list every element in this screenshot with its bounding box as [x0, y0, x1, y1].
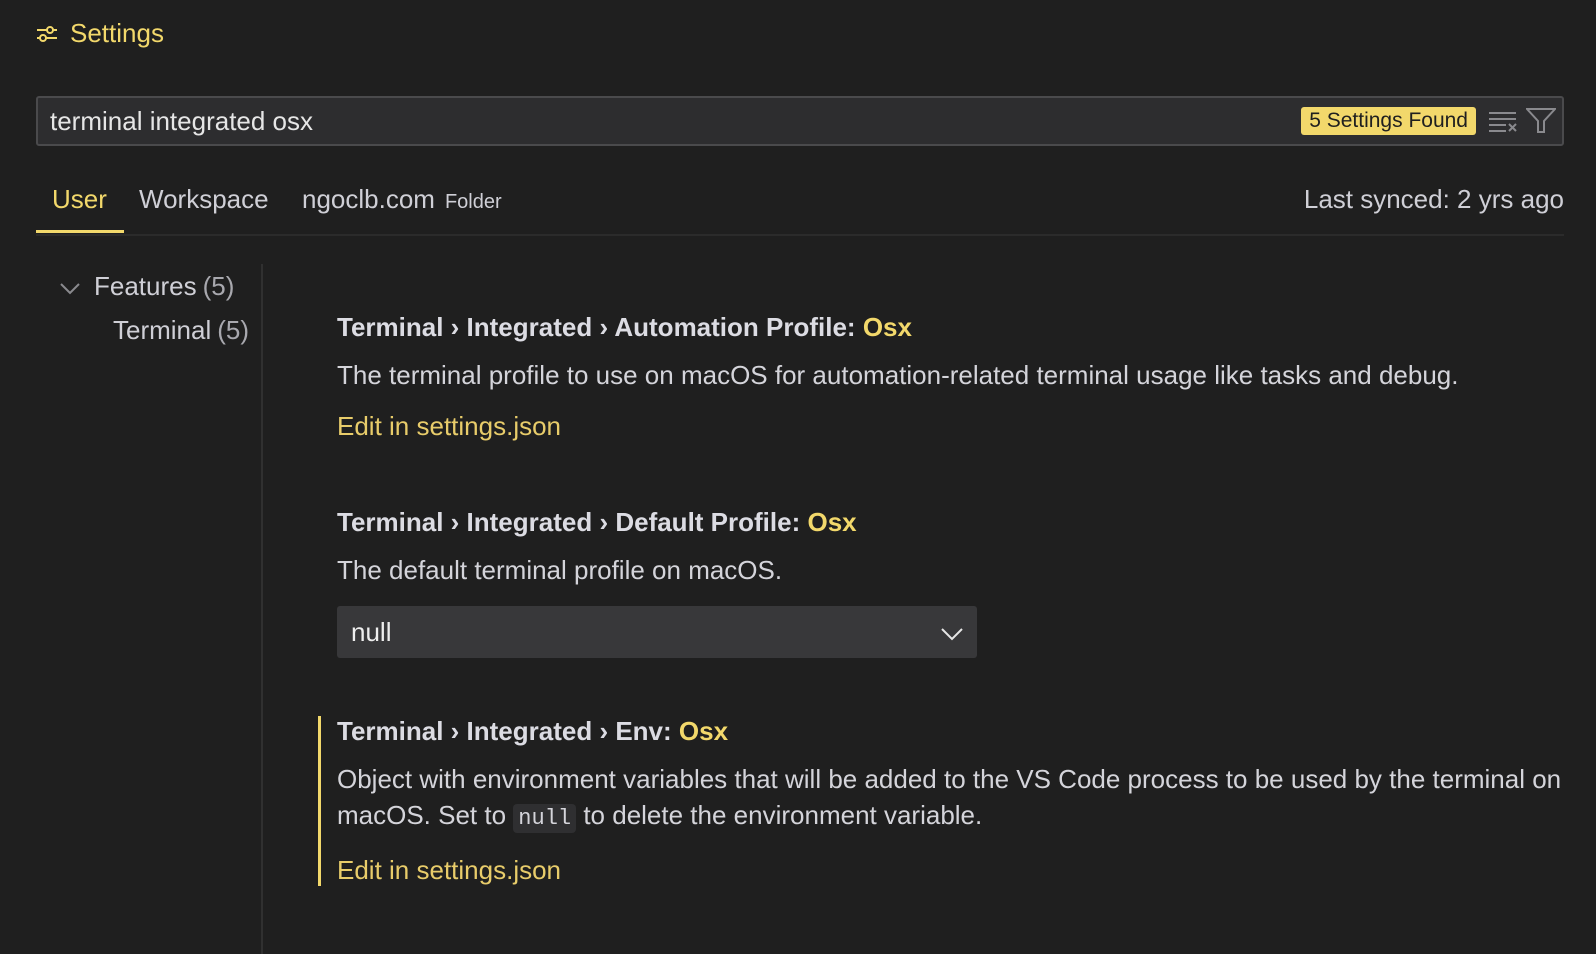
inline-code: null — [513, 804, 577, 833]
active-tab-indicator — [36, 230, 124, 233]
page-title: Settings — [70, 18, 164, 48]
setting-default-profile-osx: Terminal › Integrated › Default Profile:… — [337, 507, 1567, 658]
setting-title: Terminal › Integrated › Env: Osx — [337, 716, 1567, 747]
search-input[interactable] — [38, 97, 1302, 145]
setting-title-prefix: Terminal › Integrated › Default Profile: — [337, 507, 808, 537]
tab-folder[interactable]: ngoclb.com Folder — [302, 184, 502, 215]
tab-user[interactable]: User — [52, 184, 107, 215]
select-value: null — [351, 616, 392, 647]
setting-description: The terminal profile to use on macOS for… — [337, 360, 1459, 390]
edit-in-settings-json-link[interactable]: Edit in settings.json — [337, 855, 561, 886]
clear-filter-icon[interactable] — [1486, 104, 1520, 138]
chevron-down-icon — [941, 617, 963, 648]
setting-description: The default terminal profile on macOS. — [337, 555, 783, 585]
setting-title: Terminal › Integrated › Default Profile:… — [337, 507, 1567, 538]
tab-folder-label: ngoclb.com — [302, 184, 435, 214]
toc-divider — [261, 264, 263, 954]
settings-scope-tabs: User Workspace ngoclb.com Folder Last syn… — [36, 174, 1564, 236]
results-count-badge: 5 Settings Found — [1301, 107, 1476, 135]
toc-label: Features — [94, 270, 197, 301]
table-of-contents: Features (5) Terminal (5) — [60, 264, 260, 352]
settings-sliders-icon — [36, 24, 58, 44]
description-text: to delete the environment variable. — [576, 800, 983, 830]
toc-item-features[interactable]: Features (5) — [60, 264, 260, 308]
setting-env-osx: Terminal › Integrated › Env: Osx Object … — [318, 716, 1567, 886]
sync-status: Last synced: 2 yrs ago — [1303, 184, 1564, 214]
toc-count: (5) — [217, 314, 250, 345]
edit-in-settings-json-link[interactable]: Edit in settings.json — [337, 411, 561, 442]
search-box: 5 Settings Found — [36, 96, 1564, 146]
setting-title-prefix: Terminal › Integrated › Automation Profi… — [337, 312, 863, 342]
toc-label: Terminal — [113, 314, 212, 345]
toc-item-terminal[interactable]: Terminal (5) — [60, 308, 260, 352]
chevron-down-icon — [60, 271, 80, 302]
setting-automation-profile-osx: Terminal › Integrated › Automation Profi… — [337, 312, 1567, 442]
settings-header: Settings — [36, 18, 164, 49]
setting-title-key: Osx — [862, 312, 912, 342]
setting-title-key: Osx — [678, 716, 729, 746]
setting-description: Object with environment variables that w… — [337, 761, 1567, 837]
setting-title: Terminal › Integrated › Automation Profi… — [337, 312, 1567, 343]
toc-count: (5) — [202, 270, 235, 301]
tab-workspace[interactable]: Workspace — [139, 184, 269, 215]
setting-title-key: Osx — [807, 507, 857, 537]
tab-folder-sublabel: Folder — [444, 191, 502, 213]
default-profile-select[interactable]: null — [337, 606, 977, 658]
filter-icon[interactable] — [1524, 104, 1558, 138]
setting-title-prefix: Terminal › Integrated › Env: — [337, 716, 679, 746]
